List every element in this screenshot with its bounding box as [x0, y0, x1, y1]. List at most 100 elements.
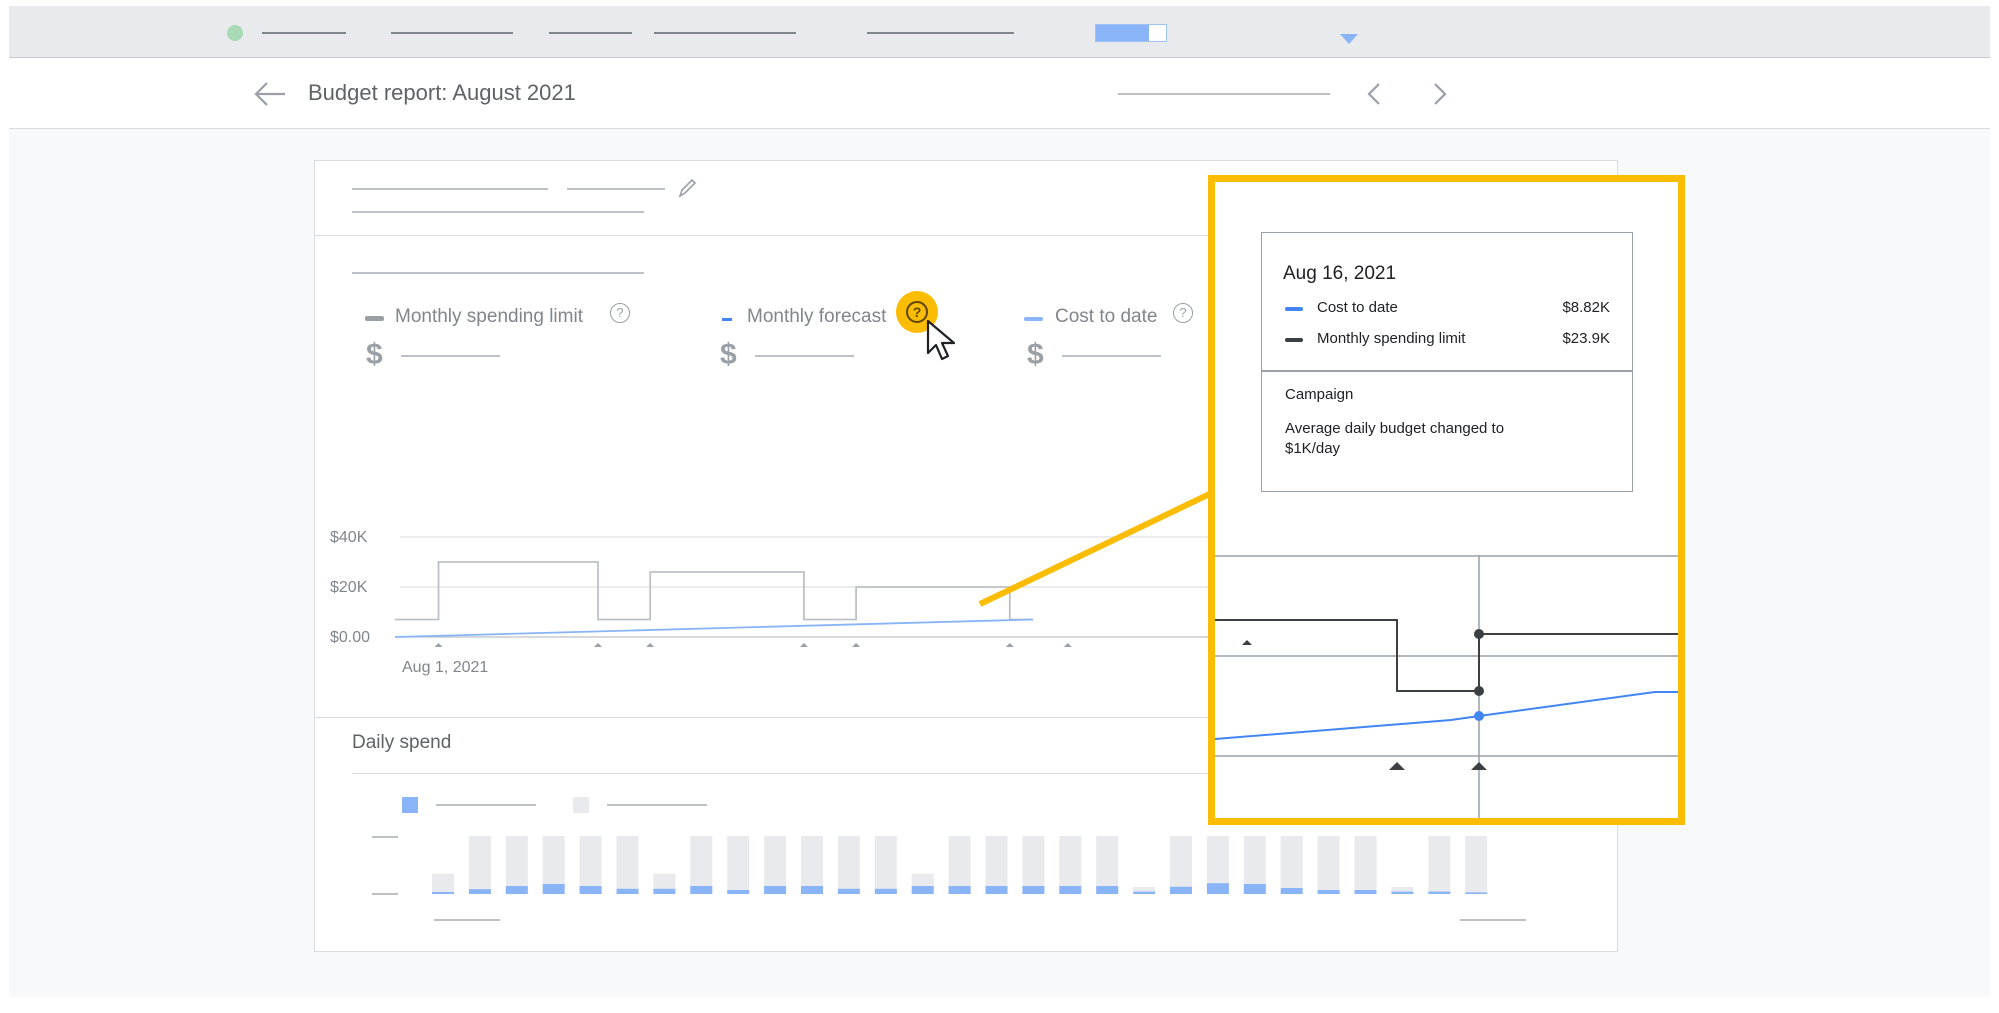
legend-swatch-forecast: [722, 318, 732, 321]
bar-spend: [948, 886, 971, 894]
bar-total: [1317, 836, 1340, 894]
value-placeholder: [1062, 355, 1161, 357]
bar-spend: [764, 886, 787, 894]
bar-spend: [801, 886, 823, 894]
edit-pencil-icon[interactable]: [676, 176, 698, 200]
value-placeholder: [755, 355, 854, 357]
bar-spend: [1280, 888, 1303, 894]
legend-label-cost-to-date: Cost to date: [1055, 306, 1158, 327]
page-title: Budget report: August 2021: [308, 80, 576, 105]
help-circle-icon[interactable]: ?: [1173, 303, 1193, 323]
value-placeholder: [401, 355, 500, 357]
bar-spend: [1391, 891, 1414, 894]
tooltip-value-cost: $8.82K: [1562, 299, 1610, 316]
date-range-placeholder[interactable]: [1118, 93, 1330, 95]
bar-spend: [542, 884, 565, 894]
axis-label-placeholder: [434, 919, 500, 921]
bar-spend: [1096, 886, 1119, 894]
bar-total: [1428, 836, 1451, 894]
bar-spend: [985, 886, 1008, 894]
bar-spend: [505, 886, 528, 894]
axis-tick-placeholder: [372, 893, 398, 895]
y-tick-label: $0.00: [330, 629, 370, 646]
bar-total: [1280, 836, 1303, 894]
help-circle-icon[interactable]: ?: [610, 303, 630, 323]
tooltip-value-limit: $23.9K: [1562, 330, 1610, 347]
bar-spend: [579, 886, 602, 894]
spending-limit-line: [395, 561, 1033, 621]
menu-item-placeholder[interactable]: [262, 32, 346, 34]
event-marker: [1005, 643, 1014, 647]
bar-spend: [690, 886, 713, 894]
tooltip-label-cost: Cost to date: [1317, 299, 1398, 316]
zoom-connector-line: [978, 486, 1222, 607]
tooltip-note: $1K/day: [1285, 440, 1341, 457]
chevron-right-icon[interactable]: [1428, 80, 1452, 108]
menu-item-placeholder[interactable]: [654, 32, 796, 34]
page-header: [9, 58, 1990, 129]
bar-spend: [1243, 884, 1266, 894]
back-arrow-icon[interactable]: [252, 78, 288, 110]
event-marker: [594, 643, 602, 647]
bar-spend: [727, 890, 750, 894]
tooltip-label-limit: Monthly spending limit: [1317, 330, 1466, 347]
y-tick-label: $20K: [330, 579, 368, 596]
currency-symbol: $: [720, 338, 737, 371]
legend-swatch-blue: [402, 797, 418, 813]
bar-total: [1022, 836, 1045, 894]
event-marker: [799, 643, 808, 647]
event-marker: [1063, 643, 1072, 647]
bar-total: [1096, 836, 1119, 894]
legend-swatch-spending-limit: [365, 316, 384, 321]
bar-spend: [1317, 890, 1340, 894]
bar-total: [1170, 836, 1192, 894]
bar-spend: [653, 888, 676, 894]
event-marker: [434, 643, 443, 647]
axis-label-placeholder: [1460, 919, 1526, 921]
card-title-placeholder: [352, 188, 548, 190]
x-start-label: Aug 1, 2021: [402, 659, 488, 676]
bar-spend: [911, 886, 934, 894]
bar-spend: [1170, 886, 1192, 894]
zoomed-chart: [1215, 555, 1678, 818]
toggle-switch[interactable]: [1095, 24, 1167, 42]
bar-spend: [874, 888, 897, 894]
bar-total: [468, 836, 491, 894]
menu-item-placeholder[interactable]: [391, 32, 513, 34]
bar-spend: [1059, 886, 1082, 894]
menu-item-placeholder[interactable]: [549, 32, 632, 34]
bar-spend: [1133, 891, 1156, 894]
status-dot: [227, 25, 243, 41]
bar-spend: [616, 888, 639, 894]
tooltip-divider: [1262, 370, 1632, 372]
bar-total: [579, 836, 602, 894]
event-marker: [852, 643, 861, 647]
tooltip-swatch-cost: [1285, 307, 1303, 311]
bar-total: [948, 836, 971, 894]
bar-spend: [837, 888, 860, 894]
bar-total: [727, 836, 750, 894]
card-subtitle-placeholder: [567, 188, 665, 190]
bar-total: [764, 836, 787, 894]
bar-spend: [1022, 886, 1045, 894]
chevron-left-icon[interactable]: [1362, 80, 1386, 108]
bar-total: [616, 836, 639, 894]
menu-item-placeholder[interactable]: [867, 32, 1014, 34]
top-bar: [9, 6, 1990, 58]
section-title-placeholder: [352, 272, 644, 274]
bar-spend: [432, 892, 454, 894]
bar-total: [690, 836, 713, 894]
legend-swatch-cost-to-date: [1024, 317, 1043, 321]
tooltip-date: Aug 16, 2021: [1283, 263, 1397, 284]
bar-total: [801, 836, 823, 894]
bar-total: [837, 836, 860, 894]
tooltip-section-title: Campaign: [1285, 386, 1354, 403]
legend-label-spending-limit: Monthly spending limit: [395, 306, 583, 327]
bar-total: [985, 836, 1008, 894]
dropdown-caret-icon[interactable]: [1340, 34, 1358, 44]
daily-spend-bar-chart[interactable]: [432, 832, 1532, 902]
bar-total: [1354, 836, 1377, 894]
currency-symbol: $: [366, 338, 383, 371]
bar-total: [1059, 836, 1082, 894]
bar-spend: [468, 889, 491, 894]
